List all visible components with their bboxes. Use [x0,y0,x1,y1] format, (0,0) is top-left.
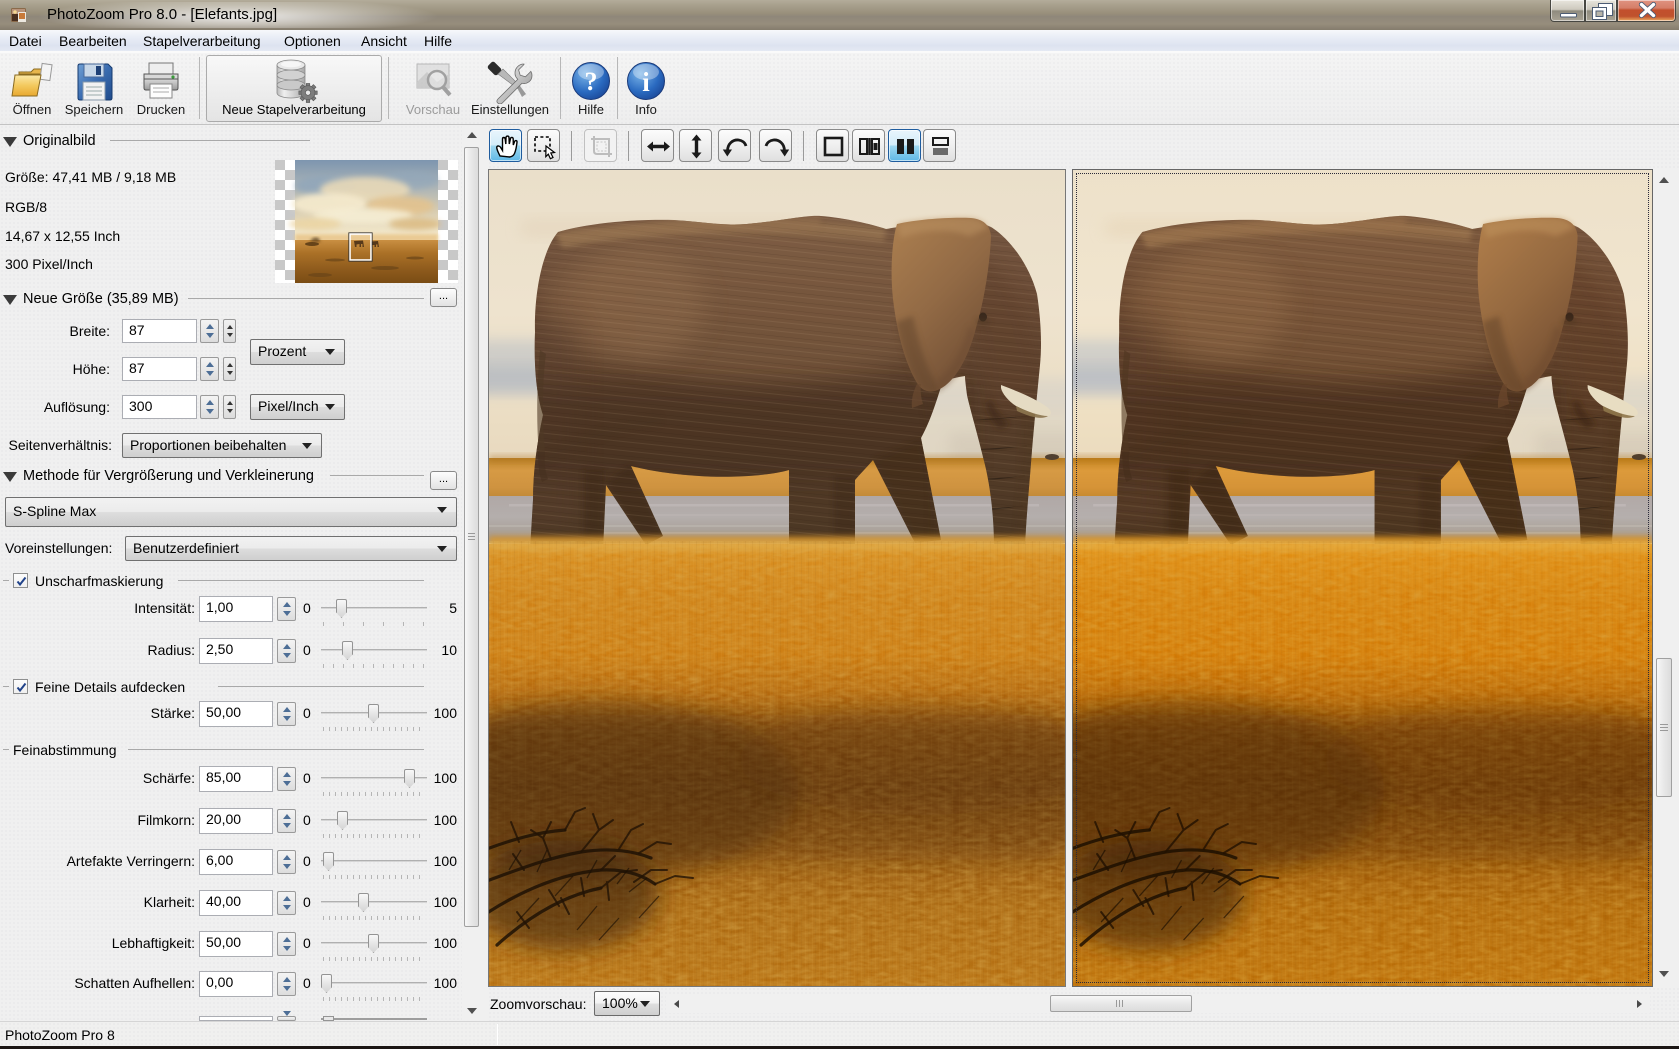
svg-text:?: ? [585,67,598,96]
svg-text:i: i [642,67,650,97]
